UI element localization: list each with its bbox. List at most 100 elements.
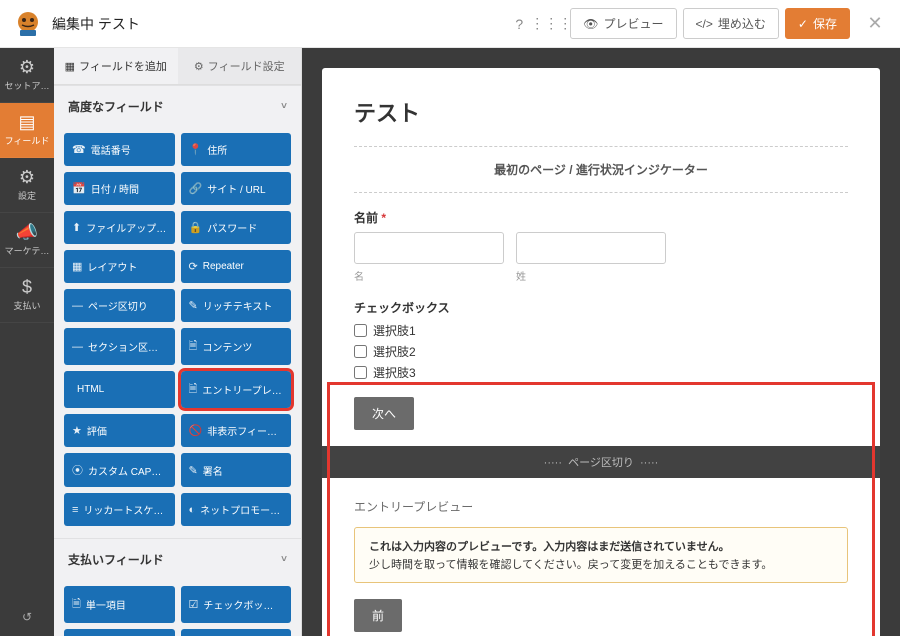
field-chip-label: 日付 / 時間 [91,181,139,196]
field-chip-label: パスワード [207,220,257,235]
checkbox-option-label: 選択肢2 [373,343,416,360]
field-chip-label: レイアウト [87,259,137,274]
field-chip-複数アイテム[interactable]: ≡複数アイテム [64,629,175,636]
checkbox-list: 選択肢1 選択肢2 選択肢3 [354,322,848,381]
field-icon: 📍 [189,143,203,156]
field-chip-label: 単一項目 [86,597,126,612]
page-indicator: 最初のページ / 進行状況インジケーター [354,161,848,178]
field-icon: ⟳ [189,260,198,273]
apps-button[interactable]: ⋮⋮⋮ [538,11,564,37]
field-chip-label: リッカートスケール [83,502,166,517]
field-chip-日付時間[interactable]: 📅 日付 / 時間 [64,172,175,205]
embed-label: 埋め込む [718,15,766,32]
field-chip-リッチテキスト[interactable]: ✎リッチテキスト [181,289,292,322]
entry-preview-title: エントリープレビュー [354,498,848,515]
field-chip-評価[interactable]: ★評価 [64,414,175,447]
field-chip-Repeater[interactable]: ⟳ Repeater [181,250,292,283]
accordion-advanced[interactable]: 高度なフィールド˅ [54,85,301,127]
field-icon: 🔒 [189,221,203,234]
field-icon: ◐ [189,504,196,516]
rail-settings[interactable]: ⚙設定 [0,158,54,213]
checkbox-input[interactable] [354,345,367,358]
help-button[interactable]: ? [506,11,532,37]
field-icon: 🗎 [72,595,81,614]
save-label: 保存 [813,15,837,32]
field-icon: 🚫 [189,424,203,437]
embed-button[interactable]: </>埋め込む [683,8,779,39]
close-button[interactable]: ✕ [862,11,888,37]
checkbox-option-label: 選択肢1 [373,322,416,339]
field-chip-label: Repeater [203,261,244,272]
checkbox-input[interactable] [354,324,367,337]
field-chip-住所[interactable]: 📍住所 [181,133,292,166]
advanced-title: 高度なフィールド [68,98,164,115]
field-icon: ▦ [72,260,82,273]
field-chip-label: 電話番号 [91,142,131,157]
megaphone-icon: 📣 [2,223,52,241]
rail-marketing[interactable]: 📣マーケテ… [0,213,54,268]
field-chip-ペジ区切り[interactable]: —ページ区切り [64,289,175,322]
field-chip-サイトURL[interactable]: 🔗サイト / URL [181,172,292,205]
field-chip-ネットプロモタ[interactable]: ◐ ネットプロモータ… [181,493,292,526]
field-chip-単一項目[interactable]: 🗎 単一項目 [64,586,175,623]
prev-button[interactable]: 前 [354,599,402,632]
notice-line2: 少し時間を取って情報を確認してください。戻って変更を加えることもできます。 [369,556,833,572]
field-chip-電話番号[interactable]: ☎電話番号 [64,133,175,166]
history-icon: ↺ [22,610,32,624]
field-chip-カスタムCAPTCH[interactable]: ⦿カスタム CAPTCHA [64,453,175,487]
save-button[interactable]: ✓保存 [785,8,850,39]
field-chip-チェックボックス[interactable]: ☑ チェックボックス… [181,586,292,623]
field-chip-ファイルアップロ[interactable]: ⬆ファイルアップロ… [64,211,175,244]
accordion-payments[interactable]: 支払いフィールド˅ [54,538,301,580]
tab-add-fields[interactable]: ▦フィールドを追加 [54,48,178,84]
field-chip-label: チェックボックス… [203,597,283,612]
entry-preview-notice: これは入力内容のプレビューです。入力内容はまだ送信されていません。 少し時間を取… [354,527,848,583]
rail-payments-label: 支払い [2,299,52,312]
last-sublabel: 姓 [516,268,666,283]
field-icon: 📅 [72,182,86,195]
field-chip-エントリプレビ[interactable]: 🗎エントリープレビ… [181,371,292,408]
field-icon: ⦿ [72,462,83,478]
checkbox-input[interactable] [354,366,367,379]
checkbox-option[interactable]: 選択肢2 [354,343,848,360]
name-label: 名前 * [354,209,848,226]
first-name-input[interactable] [354,232,504,264]
checkbox-option[interactable]: 選択肢1 [354,322,848,339]
field-chip-パスワド[interactable]: 🔒 パスワード [181,211,292,244]
field-chip-非表示フィルド[interactable]: 🚫非表示フィールド [181,414,292,447]
name-label-text: 名前 [354,211,378,225]
form-title: テスト [354,96,848,128]
field-chip-ドロップダウンア[interactable]: ▾ドロップダウンア… [181,629,292,636]
field-chip-コンテンツ[interactable]: 🗎コンテンツ [181,328,292,365]
app-logo [12,8,44,40]
form-icon: ▤ [2,113,52,131]
field-chip-label: コンテンツ [202,339,252,354]
field-icon: ✎ [189,299,198,312]
last-name-input[interactable] [516,232,666,264]
field-icon: ⬆ [72,221,81,234]
field-chip-リッカトスケル[interactable]: ≡リッカートスケール [64,493,175,526]
field-chip-label: 評価 [87,423,107,438]
history-button[interactable]: ↺ [0,598,54,636]
checkbox-label: チェックボックス [354,299,848,316]
field-chip-HTML[interactable]: HTML [64,371,175,408]
checkbox-option-label: 選択肢3 [373,364,416,381]
rail-payments[interactable]: $支払い [0,268,54,323]
tab-field-settings[interactable]: ⚙フィールド設定 [178,48,302,84]
sliders-icon: ⚙ [2,168,52,186]
field-chip-label: ネットプロモータ… [200,502,283,517]
next-button[interactable]: 次へ [354,397,414,430]
field-icon: — [72,300,83,312]
rail-fields[interactable]: ▤フィールド [0,103,54,158]
field-chip-セクション区切り[interactable]: —セクション区切り [64,328,175,365]
checkbox-option[interactable]: 選択肢3 [354,364,848,381]
field-chip-署名[interactable]: ✎署名 [181,453,292,487]
rail-setup[interactable]: ⚙セットア… [0,48,54,103]
field-chip-label: サイト / URL [207,181,265,196]
preview-button[interactable]: 👁プレビュー [570,8,676,39]
field-icon: ☑ [189,598,199,611]
grid-icon: ▦ [65,60,75,73]
advanced-fields-grid: ☎電話番号📍住所 📅 日付 / 時間 🔗サイト / URL⬆ファイルアップロ… 🔒 パスワ… [54,127,301,538]
fields-sidebar: ▦フィールドを追加 ⚙フィールド設定 高度なフィールド˅ ☎電話番号📍住所 📅 日付… [54,48,302,636]
field-chip-レイアウト[interactable]: ▦ レイアウト [64,250,175,283]
